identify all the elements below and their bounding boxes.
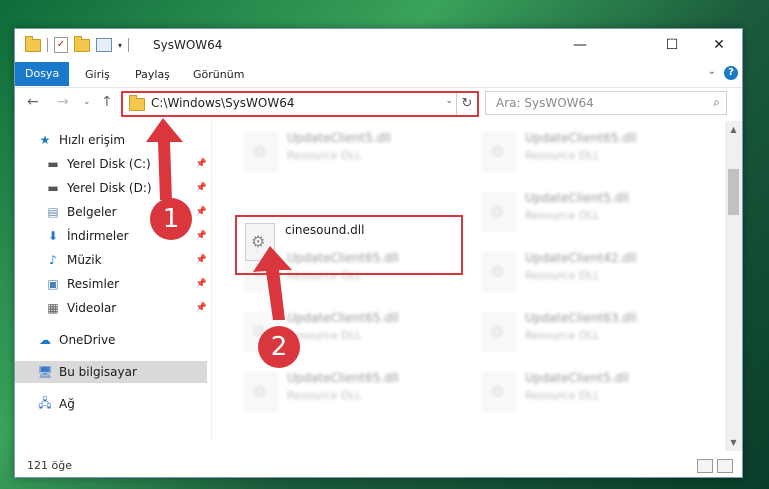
annotation-arrows <box>146 118 292 320</box>
arrow-up-1 <box>146 118 183 200</box>
step-badge-1: 1 <box>150 198 192 240</box>
arrow-up-2 <box>253 246 292 320</box>
step-badge-2: 2 <box>258 326 300 368</box>
